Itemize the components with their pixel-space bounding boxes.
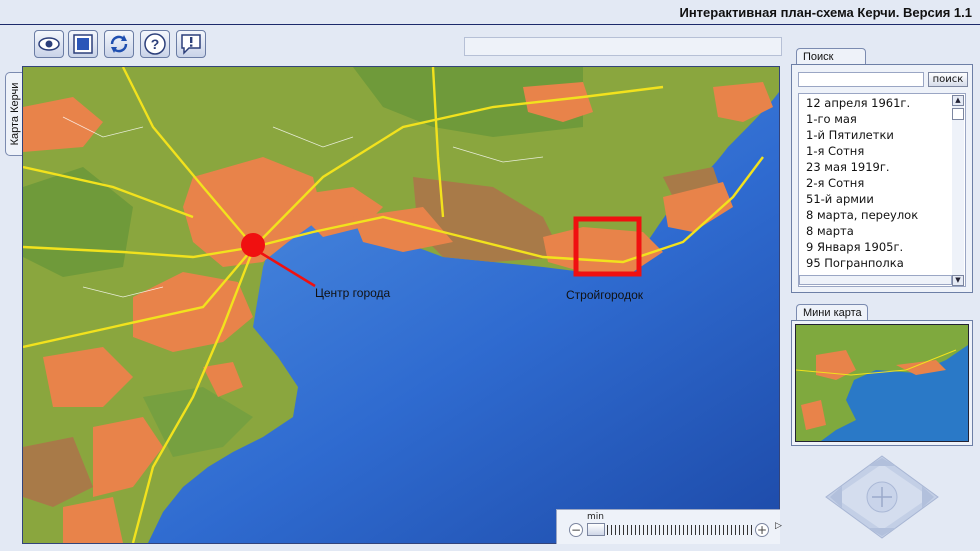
list-item[interactable]: 2-я Сотня (806, 176, 864, 190)
navigation-pad (825, 455, 939, 539)
list-item[interactable]: 1-я Сотня (806, 144, 864, 158)
map-view-button[interactable] (68, 30, 98, 58)
tab-kerch-map-label: Карта Керчи (8, 82, 21, 146)
pan-down-icon[interactable] (868, 528, 896, 536)
list-item[interactable]: 95 Погранполка (806, 256, 904, 270)
scroll-down-icon[interactable]: ▼ (952, 275, 964, 286)
scroll-thumb[interactable] (952, 108, 964, 120)
search-input[interactable] (798, 72, 924, 87)
list-horizontal-scrollbar[interactable] (799, 275, 952, 285)
list-item[interactable]: 9 Января 1905г. (806, 240, 903, 254)
list-item[interactable]: 12 апреля 1961г. (806, 96, 910, 110)
street-list[interactable]: 12 апреля 1961г. 1-го мая 1-й Пятилетки … (798, 93, 966, 287)
tab-search[interactable]: Поиск (796, 48, 866, 65)
minimap-panel (791, 320, 973, 446)
refresh-icon (110, 35, 128, 53)
search-panel: поиск 12 апреля 1961г. 1-го мая 1-й Пяти… (791, 64, 973, 293)
map-tile-icon (73, 34, 93, 54)
pan-up-icon[interactable] (868, 458, 896, 466)
search-button[interactable]: поиск (928, 72, 968, 87)
minimap[interactable] (795, 324, 969, 442)
help-button[interactable]: ? (140, 30, 170, 58)
zoom-out-button[interactable]: − (569, 523, 583, 537)
eye-icon (38, 37, 60, 51)
refresh-button[interactable] (104, 30, 134, 58)
view-button[interactable] (34, 30, 64, 58)
city-center-label: Центр города (315, 286, 391, 300)
zoom-min-label: min (587, 512, 604, 522)
zoom-control: min − + ▷ (556, 509, 782, 544)
svg-text:?: ? (151, 36, 160, 52)
stroygorodok-label: Стройгородок (566, 288, 644, 302)
title-bar: Интерактивная план-схема Керчи. Версия 1… (0, 0, 980, 25)
status-field (464, 37, 782, 56)
tab-minimap[interactable]: Мини карта (796, 304, 868, 321)
city-map[interactable]: Центр города Стройгородок (22, 66, 780, 544)
zoom-slider-thumb[interactable] (587, 523, 605, 536)
list-item[interactable]: 8 марта (806, 224, 854, 238)
zoom-expand-icon[interactable]: ▷ (775, 521, 782, 531)
list-item[interactable]: 1-го мая (806, 112, 857, 126)
minimap-canvas (796, 325, 968, 441)
list-item[interactable]: 1-й Пятилетки (806, 128, 894, 142)
list-item[interactable]: 51-й армии (806, 192, 874, 206)
list-item[interactable]: 8 марта, переулок (806, 208, 918, 222)
info-button[interactable] (176, 30, 206, 58)
zoom-slider[interactable] (587, 525, 755, 535)
tab-kerch-map[interactable]: Карта Керчи (5, 72, 23, 156)
window-title: Интерактивная план-схема Керчи. Версия 1… (679, 5, 972, 20)
scroll-up-icon[interactable]: ▲ (952, 95, 964, 106)
info-icon (181, 34, 201, 55)
help-icon: ? (144, 33, 166, 55)
list-item[interactable]: 23 мая 1919г. (806, 160, 890, 174)
zoom-in-button[interactable]: + (755, 523, 769, 537)
list-vertical-scrollbar[interactable]: ▲ ▼ (952, 95, 964, 286)
map-canvas (23, 67, 779, 543)
